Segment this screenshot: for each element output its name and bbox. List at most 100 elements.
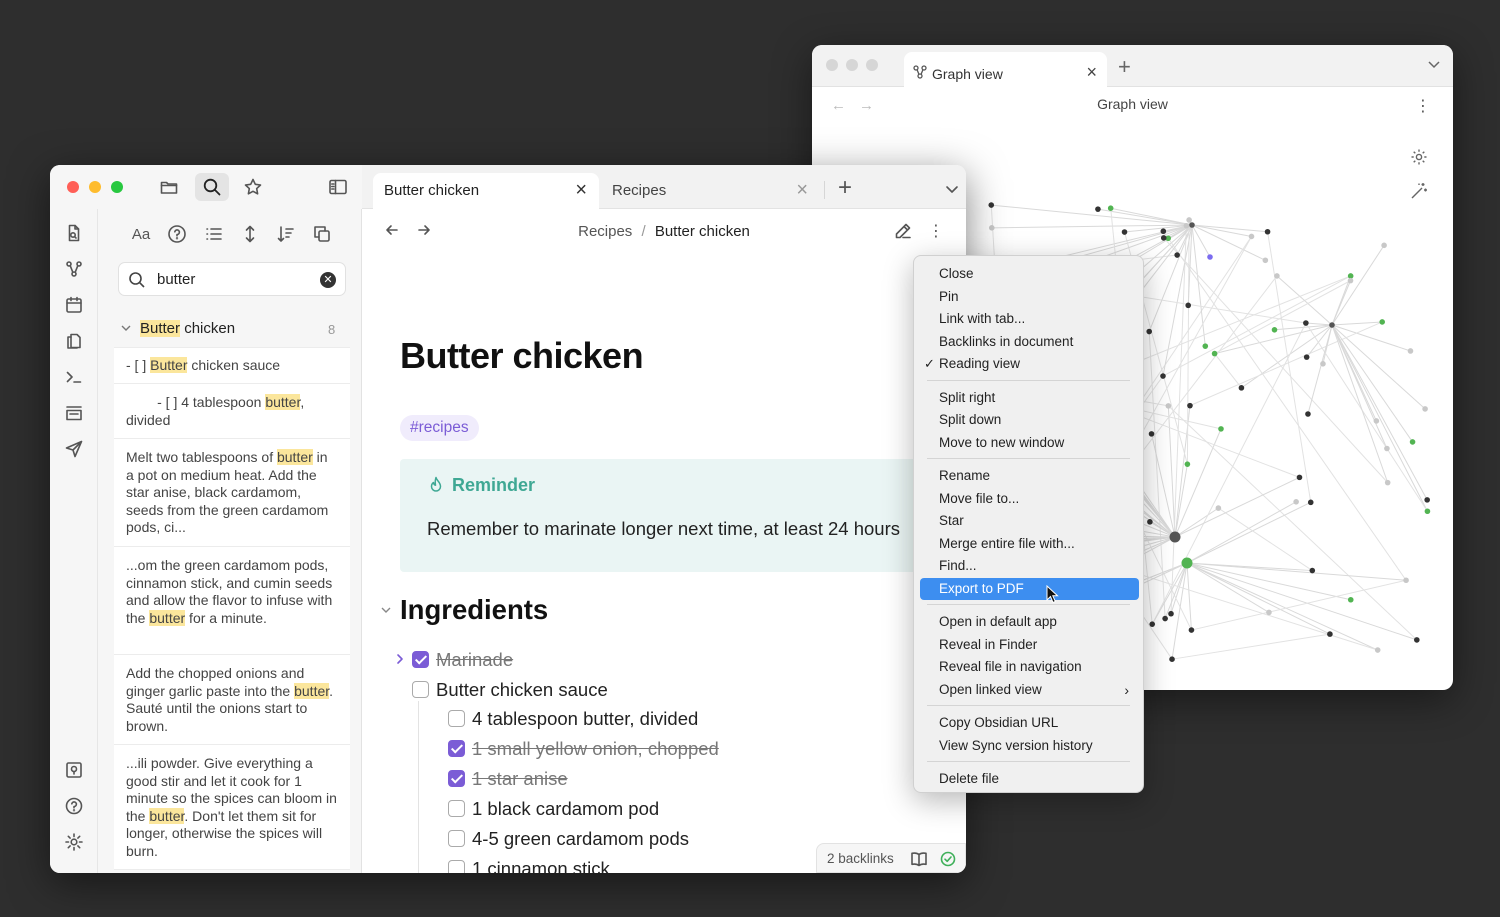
tab-butter-chicken[interactable]: Butter chicken × [373, 173, 599, 209]
graph-node[interactable] [1248, 233, 1255, 240]
vault-icon[interactable] [62, 758, 86, 782]
graph-node[interactable] [1107, 205, 1114, 212]
task-checkbox[interactable] [412, 651, 429, 668]
task-checkbox[interactable] [448, 800, 465, 817]
sort-icon[interactable] [275, 223, 297, 245]
graph-node[interactable] [1303, 320, 1309, 326]
help-icon[interactable] [166, 223, 188, 245]
minimize-window-button[interactable] [846, 59, 858, 71]
graph-node[interactable] [1238, 385, 1245, 391]
menu-item-split-right[interactable]: Split right [920, 387, 1139, 409]
search-input[interactable] [157, 269, 307, 289]
list-icon[interactable] [203, 223, 225, 245]
graph-node[interactable] [1160, 373, 1166, 379]
graph-node[interactable] [988, 225, 995, 231]
chevron-down-icon[interactable] [120, 321, 132, 338]
tab-graph-view[interactable]: Graph view × [904, 52, 1107, 88]
toggle-sidebar-icon[interactable] [325, 174, 351, 200]
backlinks-count[interactable]: 2 backlinks [827, 851, 894, 866]
graph-node[interactable] [1169, 656, 1175, 662]
gear-icon[interactable] [62, 830, 86, 854]
graph-node[interactable] [1211, 350, 1218, 357]
graph-node[interactable] [1149, 621, 1156, 627]
search-result[interactable]: Add the chopped onions and ginger garlic… [114, 654, 350, 744]
graph-node[interactable] [1384, 479, 1391, 486]
menu-item-merge-entire-file-with[interactable]: Merge entire file with... [920, 533, 1139, 555]
chevron-down-icon[interactable] [942, 179, 962, 199]
graph-node[interactable] [1384, 445, 1390, 452]
search-result[interactable]: - [ ] 4 tablespoon butter, divided [114, 383, 350, 438]
search-result[interactable]: Melt two tablespoons of butter in a pot … [114, 438, 350, 546]
slides-icon[interactable] [62, 401, 86, 425]
calendar-icon[interactable] [62, 293, 86, 317]
search-icon[interactable] [195, 173, 229, 201]
zoom-window-button[interactable] [111, 181, 123, 193]
send-icon[interactable] [62, 437, 86, 461]
graph-node[interactable] [1215, 505, 1222, 511]
close-tab-icon[interactable]: × [796, 179, 808, 202]
menu-item-move-file-to[interactable]: Move file to... [920, 488, 1139, 510]
graph-node[interactable] [1148, 431, 1155, 437]
close-tab-icon[interactable]: × [1086, 62, 1097, 83]
graph-node[interactable] [1305, 411, 1311, 417]
graph-icon[interactable] [62, 257, 86, 281]
copy-icon[interactable] [62, 329, 86, 353]
sync-status-icon[interactable] [938, 850, 958, 868]
graph-node[interactable] [1266, 609, 1272, 616]
note-editor[interactable]: Recipes / Butter chicken ⋮ Butter chicke… [362, 209, 966, 873]
more-options-icon[interactable]: ⋮ [926, 220, 946, 242]
close-tab-icon[interactable]: × [575, 179, 587, 202]
menu-item-move-to-new-window[interactable]: Move to new window [920, 432, 1139, 454]
graph-node[interactable] [1181, 557, 1193, 569]
task-checkbox[interactable] [412, 681, 429, 698]
graph-node[interactable] [1169, 531, 1181, 543]
graph-node[interactable] [1409, 439, 1416, 445]
graph-node[interactable] [988, 202, 995, 208]
graph-node[interactable] [1207, 254, 1213, 260]
menu-item-copy-obsidian-url[interactable]: Copy Obsidian URL [920, 712, 1139, 734]
graph-node[interactable] [1347, 596, 1354, 603]
new-note-icon[interactable] [62, 221, 86, 245]
graph-node[interactable] [1188, 627, 1195, 633]
graph-node[interactable] [1329, 322, 1335, 328]
graph-node[interactable] [1274, 273, 1280, 279]
menu-item-export-to-pdf[interactable]: Export to PDF [920, 577, 1139, 600]
graph-node[interactable] [1403, 577, 1409, 584]
graph-node[interactable] [1271, 326, 1278, 333]
graph-node[interactable] [1264, 228, 1271, 235]
graph-node[interactable] [1183, 222, 1190, 229]
graph-node[interactable] [1189, 222, 1195, 228]
search-box[interactable]: ✕ [118, 262, 346, 296]
graph-node[interactable] [1414, 637, 1420, 643]
menu-item-star[interactable]: Star [920, 510, 1139, 532]
breadcrumb-parent[interactable]: Recipes [578, 223, 632, 240]
graph-node[interactable] [1379, 319, 1386, 325]
graph-node[interactable] [1165, 403, 1172, 409]
graph-node[interactable] [1422, 406, 1428, 412]
gear-icon[interactable] [1410, 148, 1428, 171]
menu-item-find[interactable]: Find... [920, 555, 1139, 577]
menu-item-link-with-tab[interactable]: Link with tab... [920, 308, 1139, 330]
graph-node[interactable] [1303, 354, 1310, 360]
graph-node[interactable] [1424, 508, 1431, 515]
menu-item-reveal-file-in-navigation[interactable]: Reveal file in navigation [920, 656, 1139, 678]
help-icon[interactable] [62, 794, 86, 818]
tab-recipes[interactable]: Recipes × [600, 173, 820, 209]
graph-node[interactable] [1160, 235, 1167, 241]
graph-node[interactable] [1174, 252, 1180, 258]
star-icon[interactable] [240, 174, 266, 200]
close-window-button[interactable] [67, 181, 79, 193]
zoom-window-button[interactable] [866, 59, 878, 71]
menu-item-reading-view[interactable]: ✓ Reading view [920, 353, 1139, 375]
breadcrumb-current[interactable]: Butter chicken [655, 223, 750, 240]
graph-node[interactable] [1296, 474, 1303, 481]
graph-node[interactable] [1424, 497, 1430, 503]
fold-chevron-icon[interactable] [380, 603, 392, 621]
graph-node[interactable] [1186, 217, 1192, 223]
new-tab-button[interactable]: + [838, 174, 852, 202]
menu-item-backlinks-in-document[interactable]: Backlinks in document [920, 331, 1139, 353]
graph-node[interactable] [1373, 418, 1380, 424]
graph-node[interactable] [1381, 242, 1387, 249]
match-case-icon[interactable]: Aa [130, 223, 152, 245]
menu-item-rename[interactable]: Rename [920, 465, 1139, 487]
